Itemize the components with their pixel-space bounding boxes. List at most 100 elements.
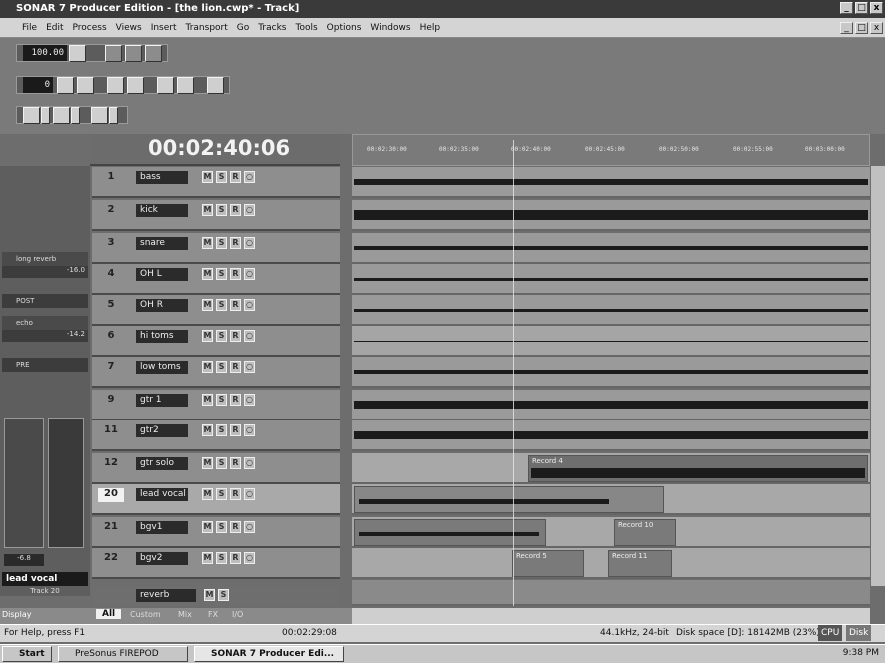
clip-lane[interactable] <box>352 357 870 388</box>
track-name[interactable]: OH L <box>136 268 188 281</box>
track-header[interactable]: 3 snare M S R ○ <box>92 233 340 264</box>
menu-options[interactable]: Options <box>327 23 362 33</box>
input-echo-button[interactable]: ○ <box>244 457 255 469</box>
audio-waveform[interactable] <box>354 309 868 312</box>
input-echo-button[interactable]: ○ <box>244 299 255 311</box>
bus-solo-button[interactable]: S <box>218 589 229 601</box>
tab-fx[interactable]: FX <box>208 610 218 619</box>
track-header[interactable]: 7 low toms M S R ○ <box>92 357 340 388</box>
send-2-name[interactable]: echo <box>2 316 88 330</box>
clip-lane[interactable] <box>352 484 870 515</box>
audio-waveform[interactable] <box>354 278 868 281</box>
track-name[interactable]: bgv1 <box>136 521 188 534</box>
chevron-down-icon[interactable] <box>41 107 50 124</box>
track-name[interactable]: low toms <box>136 361 188 374</box>
record-arm-button[interactable]: R <box>230 424 241 436</box>
mute-button[interactable]: M <box>202 424 213 436</box>
track-header[interactable]: 9 gtr 1 M S R ○ <box>92 390 340 421</box>
minimize-button[interactable]: _ <box>840 2 853 14</box>
solo-button[interactable]: S <box>216 552 227 564</box>
tab-io[interactable]: I/O <box>232 610 243 619</box>
selected-track-name[interactable]: lead vocal <box>2 572 88 586</box>
track-header[interactable]: 1 bass M S R ○ <box>92 167 340 198</box>
audio-waveform[interactable] <box>354 246 868 250</box>
input-echo-button[interactable]: ○ <box>244 361 255 373</box>
mute-button[interactable]: M <box>202 552 213 564</box>
loop-icon[interactable] <box>177 77 194 94</box>
layout-icon[interactable] <box>91 107 108 124</box>
meter-field[interactable]: 0 <box>23 77 53 93</box>
track-header-selected[interactable]: 20 lead vocal M S R ○ <box>92 484 340 515</box>
tab-mix[interactable]: Mix <box>178 610 192 619</box>
tab-custom[interactable]: Custom <box>130 610 161 619</box>
send-2-pre-button[interactable]: PRE <box>2 358 88 372</box>
bus-header[interactable]: reverb M S <box>92 586 340 606</box>
track-name[interactable]: kick <box>136 204 188 217</box>
solo-button[interactable]: S <box>216 488 227 500</box>
track-name[interactable]: bgv2 <box>136 552 188 565</box>
menu-help[interactable]: Help <box>420 23 441 33</box>
input-echo-button[interactable]: ○ <box>244 330 255 342</box>
select-tool-icon[interactable] <box>107 77 124 94</box>
input-echo-button[interactable]: ○ <box>244 488 255 500</box>
record-arm-button[interactable]: R <box>230 171 241 183</box>
bus-name[interactable]: reverb <box>136 589 196 602</box>
audio-waveform[interactable] <box>354 401 868 409</box>
clip-lane[interactable]: Record 5 Record 11 <box>352 548 870 579</box>
menu-tools[interactable]: Tools <box>296 23 318 33</box>
track-header[interactable]: 2 kick M S R ○ <box>92 200 340 231</box>
maximize-button[interactable]: □ <box>855 2 868 14</box>
track-header[interactable]: 22 bgv2 M S R ○ <box>92 548 340 579</box>
track-header[interactable]: 12 gtr solo M S R ○ <box>92 453 340 484</box>
solo-button[interactable]: S <box>216 171 227 183</box>
bus-mute-button[interactable]: M <box>204 589 215 601</box>
track-header[interactable]: 6 hi toms M S R ○ <box>92 326 340 357</box>
solo-button[interactable]: S <box>216 394 227 406</box>
input-echo-button[interactable]: ○ <box>244 237 255 249</box>
track-header[interactable]: 11 gtr2 M S R ○ <box>92 420 340 451</box>
menu-transport[interactable]: Transport <box>186 23 228 33</box>
now-time-cursor[interactable] <box>513 140 514 606</box>
bus-lane[interactable] <box>352 580 870 606</box>
tab-all[interactable]: All <box>96 609 122 619</box>
record-arm-button[interactable]: R <box>230 457 241 469</box>
mute-button[interactable]: M <box>202 237 213 249</box>
mute-button[interactable]: M <box>202 330 213 342</box>
grid-icon[interactable] <box>23 107 40 124</box>
mute-button[interactable]: M <box>202 204 213 216</box>
child-maximize-button[interactable]: □ <box>855 22 868 34</box>
metronome-icon[interactable] <box>69 45 86 62</box>
tempo-tool-button[interactable] <box>105 45 122 62</box>
audio-waveform[interactable] <box>531 468 865 478</box>
mute-button[interactable]: M <box>202 299 213 311</box>
record-arm-button[interactable]: R <box>230 204 241 216</box>
mute-button[interactable]: M <box>202 488 213 500</box>
send-1-level[interactable]: -16.0 <box>2 266 88 278</box>
audio-clip[interactable]: Record 5 <box>512 550 584 577</box>
audio-waveform[interactable] <box>359 499 609 504</box>
zoom-icon[interactable] <box>53 107 70 124</box>
solo-button[interactable]: S <box>216 457 227 469</box>
audio-waveform[interactable] <box>354 370 868 374</box>
input-echo-button[interactable]: ○ <box>244 552 255 564</box>
record-arm-button[interactable]: R <box>230 268 241 280</box>
input-echo-button[interactable]: ○ <box>244 268 255 280</box>
horizontal-scrollbar[interactable] <box>352 608 870 624</box>
clip-lane[interactable] <box>352 326 870 357</box>
record-arm-button[interactable]: R <box>230 330 241 342</box>
menu-views[interactable]: Views <box>116 23 142 33</box>
child-close-button[interactable]: x <box>870 22 883 34</box>
clip-lane[interactable]: Record 4 <box>352 453 870 484</box>
audio-clip[interactable]: Record 11 <box>608 550 672 577</box>
speaker-icon[interactable] <box>157 77 174 94</box>
record-arm-button[interactable]: R <box>230 361 241 373</box>
input-echo-button[interactable]: ○ <box>244 171 255 183</box>
taskbar-item-sonar[interactable]: SONAR 7 Producer Edi... <box>194 646 344 662</box>
track-header[interactable]: 4 OH L M S R ○ <box>92 264 340 295</box>
audio-clip[interactable] <box>354 519 546 546</box>
track-name[interactable]: hi toms <box>136 330 188 343</box>
audio-waveform[interactable] <box>354 431 868 439</box>
audio-clip[interactable]: Record 4 <box>528 455 868 482</box>
record-arm-button[interactable]: R <box>230 394 241 406</box>
start-button[interactable]: Start <box>2 646 52 662</box>
